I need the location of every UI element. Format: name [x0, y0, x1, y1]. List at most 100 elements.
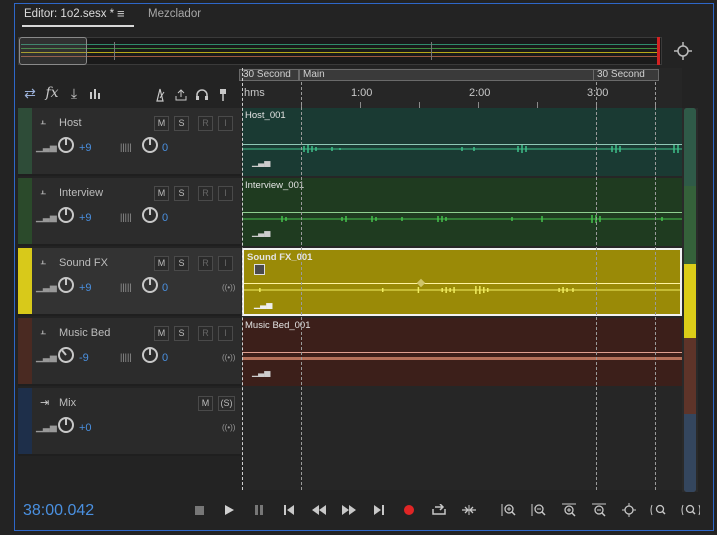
clip-fx-icon[interactable]: [254, 264, 265, 275]
volume-value[interactable]: +9: [79, 282, 92, 294]
input-monitor-button[interactable]: I: [218, 326, 233, 341]
mute-button[interactable]: M: [198, 396, 213, 411]
pin-icon[interactable]: [213, 85, 233, 105]
waveform-track-icon: ⫠: [40, 186, 47, 197]
record-arm-button[interactable]: R: [198, 116, 213, 131]
fx-toggle-button[interactable]: fx: [42, 83, 62, 103]
export-icon[interactable]: [171, 85, 191, 105]
rewind-button[interactable]: [308, 501, 330, 519]
skip-selection-icon: [462, 505, 476, 515]
volume-envelope[interactable]: [242, 352, 682, 353]
volume-value[interactable]: +0: [79, 422, 92, 434]
record-button[interactable]: [398, 501, 420, 519]
panel-menu-icon[interactable]: ≡: [117, 4, 125, 24]
record-arm-button[interactable]: R: [198, 256, 213, 271]
solo-safe-button[interactable]: (S): [218, 396, 235, 411]
track-header-sound-fx[interactable]: ⫠ Sound FX M S R I ▁▃▅ +9 ||||| 0 ((•)): [18, 248, 241, 316]
mute-button[interactable]: M: [154, 256, 169, 271]
input-monitor-button[interactable]: I: [218, 186, 233, 201]
zoom-selection-button[interactable]: [648, 501, 670, 519]
pan-knob[interactable]: [142, 207, 158, 223]
stop-button[interactable]: [188, 501, 210, 519]
sends-icon[interactable]: ⤓: [64, 83, 84, 103]
track-header-mix[interactable]: ⇥ Mix M (S) ▁▃▅ +0 ((•)): [18, 388, 241, 456]
eq-icon[interactable]: [85, 83, 105, 103]
clip-sound-fx[interactable]: Sound FX_001 ▁▃▅: [242, 248, 682, 316]
scrollbar-thumb[interactable]: [684, 108, 696, 492]
pause-button[interactable]: [248, 501, 270, 519]
track-name[interactable]: Interview: [59, 187, 103, 199]
fast-forward-button[interactable]: [338, 501, 360, 519]
mute-button[interactable]: M: [154, 326, 169, 341]
volume-value[interactable]: -9: [79, 352, 89, 364]
solo-button[interactable]: S: [174, 326, 189, 341]
mute-button[interactable]: M: [154, 186, 169, 201]
volume-value[interactable]: +9: [79, 212, 92, 224]
volume-icon: ▁▃▅: [36, 352, 57, 362]
zoom-full-icon: [622, 503, 636, 517]
track-name[interactable]: Mix: [59, 397, 76, 409]
solo-button[interactable]: S: [174, 116, 189, 131]
volume-knob[interactable]: [58, 277, 74, 293]
zoom-out-full-button[interactable]: [678, 501, 702, 519]
zoom-to-fit-icon[interactable]: [672, 40, 694, 62]
pan-knob[interactable]: [142, 277, 158, 293]
tab-mixer[interactable]: Mezclador: [148, 4, 201, 24]
record-arm-button[interactable]: R: [198, 186, 213, 201]
volume-knob[interactable]: [58, 207, 74, 223]
pan-value[interactable]: 0: [162, 352, 168, 364]
input-monitor-button[interactable]: I: [218, 116, 233, 131]
ruler-tick-label: 3:00: [587, 87, 609, 99]
volume-knob[interactable]: [58, 137, 74, 153]
vertical-scrollbar[interactable]: [682, 108, 698, 492]
tab-editor[interactable]: Editor: 1o2.sesx *: [24, 4, 114, 24]
volume-envelope[interactable]: [242, 212, 682, 213]
volume-envelope[interactable]: [244, 283, 680, 284]
loop-playback-button[interactable]: [428, 501, 450, 519]
track-header-host[interactable]: ⫠ Host M S R I ▁▃▅ +9 ||||| 0: [18, 108, 241, 176]
volume-knob[interactable]: [54, 343, 78, 367]
pan-knob[interactable]: [142, 137, 158, 153]
track-name[interactable]: Host: [59, 117, 82, 129]
clip-interview[interactable]: Interview_001 ▁▃▅: [242, 178, 682, 246]
play-button[interactable]: [218, 501, 240, 519]
pan-value[interactable]: 0: [162, 212, 168, 224]
marker-intro[interactable]: 30 Second: [239, 69, 299, 81]
zoom-in-time-button[interactable]: [558, 501, 580, 519]
metronome-icon[interactable]: [150, 85, 170, 105]
skip-selection-button[interactable]: [458, 501, 480, 519]
pan-icon: |||||: [120, 282, 132, 292]
session-overview[interactable]: [18, 37, 662, 65]
pan-value[interactable]: 0: [162, 142, 168, 154]
marker-outro[interactable]: 30 Second: [593, 69, 659, 81]
marker-main[interactable]: Main: [299, 69, 597, 81]
track-header-interview[interactable]: ⫠ Interview M S R I ▁▃▅ +9 ||||| 0: [18, 178, 241, 246]
zoom-in-amplitude-button[interactable]: [498, 501, 520, 519]
solo-button[interactable]: S: [174, 186, 189, 201]
pan-knob[interactable]: [142, 347, 158, 363]
go-to-start-button[interactable]: [278, 501, 300, 519]
zoom-out-amplitude-button[interactable]: [528, 501, 550, 519]
headphones-icon[interactable]: [192, 85, 212, 105]
clip-music-bed[interactable]: Music Bed_001 ▁▃▅: [242, 318, 682, 386]
track-color-strip: [18, 108, 32, 174]
mute-button[interactable]: M: [154, 116, 169, 131]
track-name[interactable]: Sound FX: [59, 257, 108, 269]
volume-knob[interactable]: [58, 417, 74, 433]
current-time-display[interactable]: 38:00.042: [23, 502, 94, 520]
input-monitor-button[interactable]: I: [218, 256, 233, 271]
switch-view-icon[interactable]: ⇄: [20, 83, 40, 103]
go-to-end-button[interactable]: [368, 501, 390, 519]
track-name[interactable]: Music Bed: [59, 327, 110, 339]
track-header-music-bed[interactable]: ⫠ Music Bed M S R I ▁▃▅ -9 ||||| 0 ((•)): [18, 318, 241, 386]
zoom-out-time-button[interactable]: [588, 501, 610, 519]
pan-value[interactable]: 0: [162, 282, 168, 294]
volume-value[interactable]: +9: [79, 142, 92, 154]
solo-button[interactable]: S: [174, 256, 189, 271]
clip-host[interactable]: Host_001 ▁▃▅: [242, 108, 682, 176]
playhead-line[interactable]: [242, 68, 243, 490]
overview-zoom-handle[interactable]: [19, 37, 87, 65]
zoom-full-button[interactable]: [618, 501, 640, 519]
record-arm-button[interactable]: R: [198, 326, 213, 341]
overview-track-line: [21, 52, 659, 53]
